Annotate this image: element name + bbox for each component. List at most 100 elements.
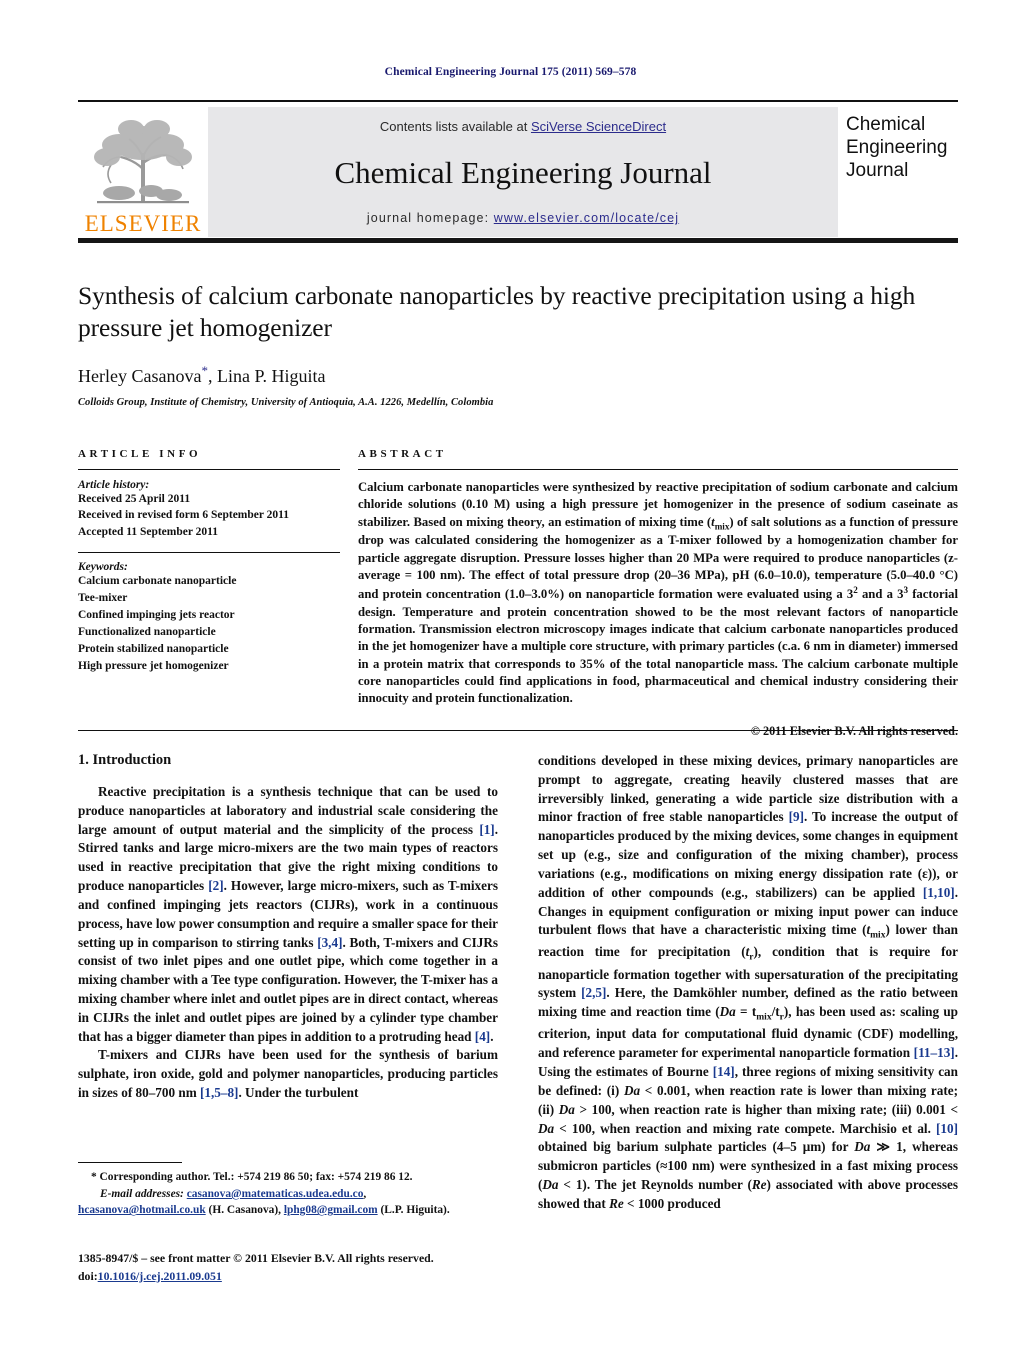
keyword-item: Calcium carbonate nanoparticle — [78, 574, 237, 587]
issn-copyright-line: 1385-8947/$ – see front matter © 2011 El… — [78, 1251, 434, 1265]
da-symbol-4: Da — [854, 1139, 871, 1155]
author-secondary: , Lina P. Higuita — [207, 366, 326, 387]
keyword-item: Tee-mixer — [78, 592, 128, 604]
section-heading-introduction: 1. Introduction — [78, 752, 172, 768]
keyword-item: Confined impinging jets reactor — [78, 609, 235, 622]
citation-9[interactable]: [9] — [789, 809, 804, 824]
doi-link[interactable]: 10.1016/j.cej.2011.09.051 — [98, 1269, 222, 1283]
email-owner-2: (H. Casanova), — [205, 1204, 284, 1217]
damkohler-sub-mix: mix — [756, 1012, 772, 1023]
doi-line: doi:10.1016/j.cej.2011.09.051 — [78, 1268, 558, 1286]
abstract-heading: ABSTRACT — [358, 448, 447, 460]
doi-label: doi: — [78, 1268, 98, 1283]
citation-1-10[interactable]: [1,10] — [923, 885, 955, 900]
footnote-block: * Corresponding author. Tel.: +574 219 8… — [78, 1162, 498, 1219]
email-addresses-line: E-mail addresses: casanova@matematicas.u… — [78, 1186, 498, 1203]
history-revised: Received in revised form 6 September 201… — [78, 509, 290, 522]
citation-3-4[interactable]: [3,4] — [317, 935, 342, 950]
affiliation: Colloids Group, Institute of Chemistry, … — [78, 397, 494, 409]
citation-4[interactable]: [4] — [475, 1029, 490, 1044]
citation-1[interactable]: [1] — [479, 822, 494, 837]
intro-p1-a: Reactive precipitation is a synthesis te… — [78, 784, 498, 837]
intro-paragraph-continued: conditions developed in these mixing dev… — [538, 752, 958, 1214]
contents-prefix-text: Contents lists available at — [379, 119, 531, 134]
intro-p2-b: . Under the turbulent — [238, 1085, 359, 1100]
intro-r1-o: < 1). The jet Reynolds number ( — [558, 1176, 752, 1192]
cover-title-line-2: Engineering — [846, 137, 948, 159]
da-symbol-1: Da — [623, 1082, 641, 1098]
keywords-rule — [78, 551, 340, 553]
elsevier-tree-icon — [89, 113, 197, 211]
citation-2-5[interactable]: [2,5] — [581, 985, 606, 1000]
re-symbol-1: Re — [751, 1176, 767, 1192]
keyword-item: High pressure jet homogenizer — [78, 660, 229, 673]
keyword-item: Protein stabilized nanoparticle — [78, 643, 229, 656]
damkohler-equals: = t — [735, 1004, 757, 1020]
sciencedirect-link[interactable]: SciVerse ScienceDirect — [531, 119, 666, 134]
author-primary: Herley Casanova — [78, 366, 202, 387]
abstract-bottom-rule — [78, 730, 958, 731]
author-list: Herley Casanova*, Lina P. Higuita — [78, 363, 958, 387]
title-block: Synthesis of calcium carbonate nanoparti… — [78, 280, 958, 408]
history-accepted: Accepted 11 September 2011 — [78, 525, 219, 538]
email-addresses-line-2: hcasanova@hotmail.co.uk (H. Casanova), l… — [78, 1202, 498, 1219]
intro-p1-e: . — [490, 1028, 494, 1044]
intro-paragraph-1: Reactive precipitation is a synthesis te… — [78, 783, 498, 1046]
journal-cover-thumbnail: Chemical Engineering Journal — [838, 107, 958, 237]
elsevier-logo: ELSEVIER — [78, 107, 208, 237]
body-columns: 1. Introduction Reactive precipitation i… — [78, 752, 958, 1214]
journal-homepage-line: journal homepage: www.elsevier.com/locat… — [367, 211, 679, 225]
abstract-column: ABSTRACT Calcium carbonate nanoparticles… — [358, 448, 958, 739]
abstract-tmix-subscript: mix — [714, 521, 730, 532]
da-symbol-5: Da — [542, 1176, 559, 1192]
article-info-heading: ARTICLE INFO — [78, 448, 202, 460]
intro-r1-m: obtained big barium sulphate particles (… — [538, 1139, 855, 1155]
damkohler-slash: /t — [771, 1004, 780, 1020]
citation-14[interactable]: [14] — [713, 1064, 735, 1079]
imprint-block: 1385-8947/$ – see front matter © 2011 El… — [78, 1250, 558, 1285]
tmix-subscript: mix — [870, 930, 886, 941]
cover-title-line-1: Chemical — [846, 114, 926, 135]
email-link-1[interactable]: casanova@matematicas.udea.edu.co — [187, 1188, 364, 1200]
email-link-3[interactable]: lphg08@gmail.com — [284, 1204, 378, 1216]
citation-11-13[interactable]: [11–13] — [914, 1045, 955, 1060]
keyword-item: Functionalized nanoparticle — [78, 626, 216, 639]
email-label: E-mail addresses: — [100, 1187, 184, 1200]
paper-page: Chemical Engineering Journal 175 (2011) … — [0, 0, 1021, 1351]
article-info-column: ARTICLE INFO Article history: Received 2… — [78, 448, 340, 739]
elsevier-wordmark: ELSEVIER — [84, 211, 202, 236]
intro-p1-d: . Both, T-mixers and CIJRs consist of tw… — [78, 934, 498, 1044]
page-title: Synthesis of calcium carbonate nanoparti… — [78, 281, 916, 342]
body-left-column: 1. Introduction Reactive precipitation i… — [78, 752, 498, 1214]
cover-title-line-3: Journal — [846, 160, 909, 182]
corresponding-author-note: * Corresponding author. Tel.: +574 219 8… — [91, 1171, 413, 1183]
journal-homepage-link[interactable]: www.elsevier.com/locate/cej — [494, 211, 679, 225]
citation-1-5-8[interactable]: [1,5–8] — [200, 1085, 238, 1100]
journal-masthead: ELSEVIER Contents lists available at Sci… — [78, 100, 958, 237]
masthead-bottom-rule — [78, 238, 958, 243]
body-right-column: conditions developed in these mixing dev… — [538, 752, 958, 1214]
homepage-prefix-text: journal homepage: — [366, 211, 494, 225]
intro-r1-k: > 100, when reaction rate is higher than… — [574, 1101, 959, 1117]
intro-r1-l: < 100, when reaction and mixing rate com… — [554, 1120, 937, 1136]
intro-paragraph-2: T-mixers and CIJRs have been used for th… — [78, 1046, 498, 1102]
abstract-part-3: and a 3 — [857, 587, 904, 602]
citation-10[interactable]: [10] — [936, 1121, 958, 1136]
citation-2[interactable]: [2] — [208, 878, 223, 893]
abstract-part-4: factorial design. Temperature and protei… — [358, 587, 958, 706]
contents-lists-line: Contents lists available at SciVerse Sci… — [380, 119, 666, 134]
article-history-label: Article history: — [78, 479, 150, 491]
keywords-label: Keywords: — [78, 560, 128, 573]
intro-r1-q: < 1000 produced — [623, 1195, 721, 1211]
abstract-rule — [358, 469, 958, 470]
da-symbol-3: Da — [538, 1120, 555, 1136]
damkohler-symbol: Da — [719, 1004, 736, 1020]
history-received: Received 25 April 2011 — [78, 493, 191, 505]
info-abstract-row: ARTICLE INFO Article history: Received 2… — [78, 448, 958, 739]
masthead-top-rule — [78, 100, 958, 102]
abstract-text: Calcium carbonate nanoparticles were syn… — [358, 479, 958, 707]
email-owner-3: (L.P. Higuita). — [377, 1204, 450, 1217]
da-symbol-2: Da — [558, 1101, 575, 1117]
re-symbol-2: Re — [609, 1195, 624, 1211]
email-link-2[interactable]: hcasanova@hotmail.co.uk — [78, 1204, 206, 1216]
